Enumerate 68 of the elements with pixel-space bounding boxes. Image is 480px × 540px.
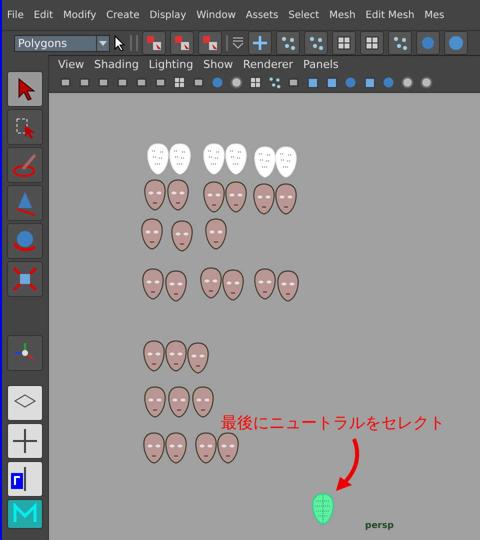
two-layout-icon[interactable]: [7, 461, 43, 497]
cursor-icon: [114, 35, 126, 51]
head-model: [186, 342, 210, 374]
menu-item[interactable]: File: [2, 10, 29, 20]
head-model: [164, 340, 188, 372]
panel-menu-item[interactable]: Renderer: [238, 58, 298, 70]
head-model: [143, 179, 167, 211]
circle-icon[interactable]: [228, 74, 245, 90]
menu-item[interactable]: Create: [101, 10, 144, 20]
panel-menu-item[interactable]: Shading: [89, 58, 144, 70]
single-layout-icon[interactable]: [7, 385, 43, 421]
head-model: [274, 146, 298, 178]
camera-label: persp: [365, 521, 394, 531]
sphere-icon[interactable]: [418, 74, 435, 90]
panel-menu-item[interactable]: View: [53, 58, 90, 70]
panel-menu-item[interactable]: Show: [198, 58, 238, 70]
menu-set-dropdown[interactable]: Polygons: [14, 34, 110, 52]
caret-icon: [99, 40, 107, 46]
head-model: [142, 340, 166, 372]
menu-item[interactable]: Window: [191, 10, 241, 20]
menu-item[interactable]: Mesh: [324, 10, 361, 20]
select-by-hierarchy-icon[interactable]: [142, 31, 166, 55]
head-model: [224, 143, 248, 175]
head-model: [199, 267, 223, 299]
head-model: [253, 268, 277, 300]
select-by-object-icon[interactable]: [170, 31, 194, 55]
four-layout-icon[interactable]: [7, 423, 43, 459]
menu-item[interactable]: Assets: [240, 10, 284, 20]
select-by-component-icon[interactable]: [198, 31, 222, 55]
head-model: [276, 270, 300, 302]
menu-item[interactable]: Edit Mesh: [360, 10, 420, 20]
menu-item[interactable]: Select: [283, 10, 324, 20]
head-model: [167, 386, 191, 418]
head-model: [202, 143, 226, 175]
head-model: [252, 183, 276, 215]
head-model: [194, 432, 218, 464]
menu-item[interactable]: Modify: [58, 10, 102, 20]
head-model: [146, 143, 170, 175]
head-model: [142, 432, 166, 464]
head-model: [164, 432, 188, 464]
head-model: [216, 432, 240, 464]
head-model: [168, 143, 192, 175]
annotation-text: 最後にニュートラルをセレクト: [221, 413, 445, 434]
collapse-icon[interactable]: [232, 35, 244, 51]
head-model: [164, 270, 188, 302]
paint-brush-icon[interactable]: [7, 147, 43, 183]
points-icon[interactable]: [388, 31, 412, 55]
head-model: [204, 218, 228, 250]
head-model: [141, 268, 165, 300]
axis-manipulator-icon[interactable]: [7, 335, 43, 371]
head-model: [143, 386, 167, 418]
head-model: [170, 220, 194, 252]
head-model: [140, 218, 164, 250]
cross-icon[interactable]: [248, 31, 272, 55]
head-model: [274, 183, 298, 215]
scale-cube-icon[interactable]: [7, 261, 43, 297]
move-cone-icon[interactable]: [7, 185, 43, 221]
head-model: [253, 146, 277, 178]
menu-item[interactable]: Display: [144, 10, 192, 20]
head-model: [202, 181, 226, 213]
head-model: [224, 181, 248, 213]
head-model: [221, 269, 245, 301]
panel-menu-item[interactable]: Lighting: [144, 58, 198, 70]
head-model: [166, 179, 190, 211]
menu-item[interactable]: Mes: [419, 10, 450, 20]
menu-item[interactable]: Edit: [28, 10, 58, 20]
head-model: [191, 386, 215, 418]
panel-menu-item[interactable]: Panels: [298, 58, 344, 70]
